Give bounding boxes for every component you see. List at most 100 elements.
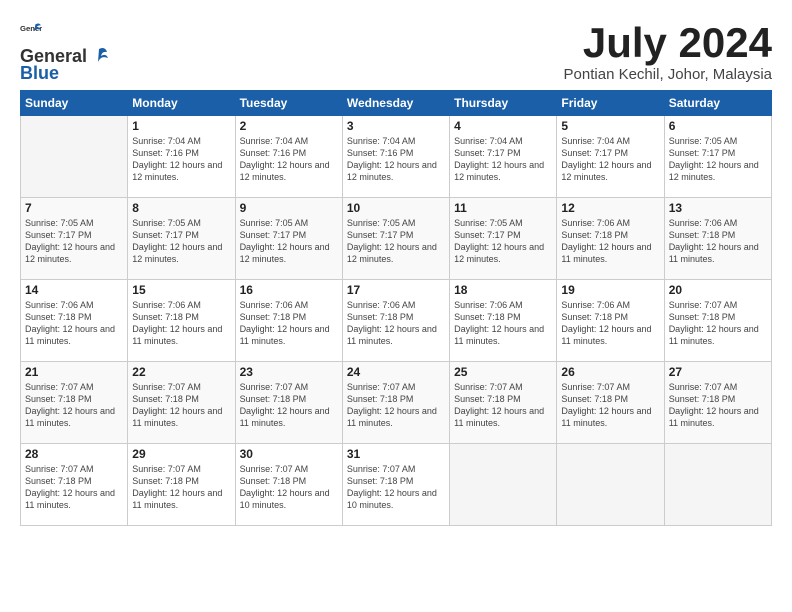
- day-info: Sunrise: 7:05 AMSunset: 7:17 PMDaylight:…: [347, 217, 445, 266]
- day-number: 17: [347, 283, 445, 297]
- day-info: Sunrise: 7:07 AMSunset: 7:18 PMDaylight:…: [240, 463, 338, 512]
- day-cell: 24 Sunrise: 7:07 AMSunset: 7:18 PMDayligh…: [342, 362, 449, 444]
- day-cell: 14 Sunrise: 7:06 AMSunset: 7:18 PMDayligh…: [21, 280, 128, 362]
- day-info: Sunrise: 7:05 AMSunset: 7:17 PMDaylight:…: [669, 135, 767, 184]
- day-cell: [664, 444, 771, 526]
- day-cell: 19 Sunrise: 7:06 AMSunset: 7:18 PMDayligh…: [557, 280, 664, 362]
- day-info: Sunrise: 7:04 AMSunset: 7:16 PMDaylight:…: [240, 135, 338, 184]
- day-cell: 11 Sunrise: 7:05 AMSunset: 7:17 PMDayligh…: [450, 198, 557, 280]
- day-info: Sunrise: 7:05 AMSunset: 7:17 PMDaylight:…: [240, 217, 338, 266]
- day-cell: 30 Sunrise: 7:07 AMSunset: 7:18 PMDayligh…: [235, 444, 342, 526]
- day-cell: 23Sunrise: 7:07 AMSunset: 7:18 PMDayligh…: [235, 362, 342, 444]
- header-friday: Friday: [557, 91, 664, 116]
- day-cell: 15Sunrise: 7:06 AMSunset: 7:18 PMDayligh…: [128, 280, 235, 362]
- day-cell: 25 Sunrise: 7:07 AMSunset: 7:18 PMDayligh…: [450, 362, 557, 444]
- day-info: Sunrise: 7:07 AMSunset: 7:18 PMDaylight:…: [132, 463, 230, 512]
- day-info: Sunrise: 7:07 AMSunset: 7:18 PMDaylight:…: [347, 463, 445, 512]
- week-row-1: 1Sunrise: 7:04 AMSunset: 7:16 PMDaylight…: [21, 116, 772, 198]
- header-tuesday: Tuesday: [235, 91, 342, 116]
- day-number: 13: [669, 201, 767, 215]
- day-cell: 28 Sunrise: 7:07 AMSunset: 7:18 PMDayligh…: [21, 444, 128, 526]
- day-cell: 5 Sunrise: 7:04 AMSunset: 7:17 PMDaylight…: [557, 116, 664, 198]
- day-number: 24: [347, 365, 445, 379]
- logo-text-blue: Blue: [20, 63, 59, 84]
- day-number: 9: [240, 201, 338, 215]
- day-cell: 21 Sunrise: 7:07 AMSunset: 7:18 PMDayligh…: [21, 362, 128, 444]
- day-cell: [450, 444, 557, 526]
- header-thursday: Thursday: [450, 91, 557, 116]
- day-number: 25: [454, 365, 552, 379]
- day-cell: 16 Sunrise: 7:06 AMSunset: 7:18 PMDayligh…: [235, 280, 342, 362]
- day-number: 12: [561, 201, 659, 215]
- day-number: 26: [561, 365, 659, 379]
- day-cell: 22Sunrise: 7:07 AMSunset: 7:18 PMDayligh…: [128, 362, 235, 444]
- day-number: 30: [240, 447, 338, 461]
- location: Pontian Kechil, Johor, Malaysia: [564, 66, 772, 83]
- day-cell: 13 Sunrise: 7:06 AMSunset: 7:18 PMDayligh…: [664, 198, 771, 280]
- logo: General General Blue: [20, 20, 109, 84]
- day-cell: 7 Sunrise: 7:05 AMSunset: 7:17 PMDaylight…: [21, 198, 128, 280]
- day-cell: 6 Sunrise: 7:05 AMSunset: 7:17 PMDaylight…: [664, 116, 771, 198]
- day-cell: 26 Sunrise: 7:07 AMSunset: 7:18 PMDayligh…: [557, 362, 664, 444]
- day-cell: 27 Sunrise: 7:07 AMSunset: 7:18 PMDayligh…: [664, 362, 771, 444]
- day-info: Sunrise: 7:06 AMSunset: 7:18 PMDaylight:…: [454, 299, 552, 348]
- day-number: 19: [561, 283, 659, 297]
- header-row: SundayMondayTuesdayWednesdayThursdayFrid…: [21, 91, 772, 116]
- day-info: Sunrise: 7:04 AMSunset: 7:17 PMDaylight:…: [454, 135, 552, 184]
- day-info: Sunrise: 7:07 AMSunset: 7:18 PMDaylight:…: [25, 381, 123, 430]
- day-info: Sunrise: 7:06 AMSunset: 7:18 PMDaylight:…: [669, 217, 767, 266]
- day-cell: 12 Sunrise: 7:06 AMSunset: 7:18 PMDayligh…: [557, 198, 664, 280]
- day-info: Sunrise: 7:07 AMSunset: 7:18 PMDaylight:…: [669, 299, 767, 348]
- day-info: Sunrise: 7:07 AMSunset: 7:18 PMDaylight:…: [669, 381, 767, 430]
- day-info: Sunrise: 7:07 AMSunset: 7:18 PMDaylight:…: [25, 463, 123, 512]
- day-number: 28: [25, 447, 123, 461]
- day-info: Sunrise: 7:05 AMSunset: 7:17 PMDaylight:…: [132, 217, 230, 266]
- day-info: Sunrise: 7:06 AMSunset: 7:18 PMDaylight:…: [561, 217, 659, 266]
- day-number: 31: [347, 447, 445, 461]
- day-number: 3: [347, 119, 445, 133]
- day-info: Sunrise: 7:05 AMSunset: 7:17 PMDaylight:…: [454, 217, 552, 266]
- day-info: Sunrise: 7:04 AMSunset: 7:16 PMDaylight:…: [132, 135, 230, 184]
- day-number: 27: [669, 365, 767, 379]
- day-cell: 9 Sunrise: 7:05 AMSunset: 7:17 PMDaylight…: [235, 198, 342, 280]
- day-info: Sunrise: 7:07 AMSunset: 7:18 PMDaylight:…: [454, 381, 552, 430]
- day-number: 16: [240, 283, 338, 297]
- day-number: 7: [25, 201, 123, 215]
- day-info: Sunrise: 7:04 AMSunset: 7:16 PMDaylight:…: [347, 135, 445, 184]
- day-number: 21: [25, 365, 123, 379]
- day-cell: 17 Sunrise: 7:06 AMSunset: 7:18 PMDayligh…: [342, 280, 449, 362]
- day-number: 11: [454, 201, 552, 215]
- week-row-2: 7 Sunrise: 7:05 AMSunset: 7:17 PMDaylight…: [21, 198, 772, 280]
- header-monday: Monday: [128, 91, 235, 116]
- month-title: July 2024: [564, 20, 772, 66]
- day-number: 20: [669, 283, 767, 297]
- day-cell: 4Sunrise: 7:04 AMSunset: 7:17 PMDaylight…: [450, 116, 557, 198]
- day-number: 6: [669, 119, 767, 133]
- day-number: 14: [25, 283, 123, 297]
- day-info: Sunrise: 7:06 AMSunset: 7:18 PMDaylight:…: [240, 299, 338, 348]
- logo-bird-icon: [87, 45, 109, 67]
- header-wednesday: Wednesday: [342, 91, 449, 116]
- day-number: 18: [454, 283, 552, 297]
- day-info: Sunrise: 7:07 AMSunset: 7:18 PMDaylight:…: [347, 381, 445, 430]
- day-cell: 8Sunrise: 7:05 AMSunset: 7:17 PMDaylight…: [128, 198, 235, 280]
- day-info: Sunrise: 7:07 AMSunset: 7:18 PMDaylight:…: [561, 381, 659, 430]
- day-info: Sunrise: 7:06 AMSunset: 7:18 PMDaylight:…: [561, 299, 659, 348]
- day-cell: 18 Sunrise: 7:06 AMSunset: 7:18 PMDayligh…: [450, 280, 557, 362]
- day-number: 10: [347, 201, 445, 215]
- week-row-4: 21 Sunrise: 7:07 AMSunset: 7:18 PMDayligh…: [21, 362, 772, 444]
- logo-general: General: [20, 20, 42, 47]
- day-cell: 10 Sunrise: 7:05 AMSunset: 7:17 PMDayligh…: [342, 198, 449, 280]
- day-info: Sunrise: 7:06 AMSunset: 7:18 PMDaylight:…: [25, 299, 123, 348]
- day-cell: 2Sunrise: 7:04 AMSunset: 7:16 PMDaylight…: [235, 116, 342, 198]
- day-info: Sunrise: 7:04 AMSunset: 7:17 PMDaylight:…: [561, 135, 659, 184]
- day-info: Sunrise: 7:06 AMSunset: 7:18 PMDaylight:…: [347, 299, 445, 348]
- day-number: 5: [561, 119, 659, 133]
- day-cell: 1Sunrise: 7:04 AMSunset: 7:16 PMDaylight…: [128, 116, 235, 198]
- day-number: 22: [132, 365, 230, 379]
- day-cell: 20 Sunrise: 7:07 AMSunset: 7:18 PMDayligh…: [664, 280, 771, 362]
- day-info: Sunrise: 7:05 AMSunset: 7:17 PMDaylight:…: [25, 217, 123, 266]
- header-sunday: Sunday: [21, 91, 128, 116]
- week-row-3: 14 Sunrise: 7:06 AMSunset: 7:18 PMDayligh…: [21, 280, 772, 362]
- day-cell: 3 Sunrise: 7:04 AMSunset: 7:16 PMDaylight…: [342, 116, 449, 198]
